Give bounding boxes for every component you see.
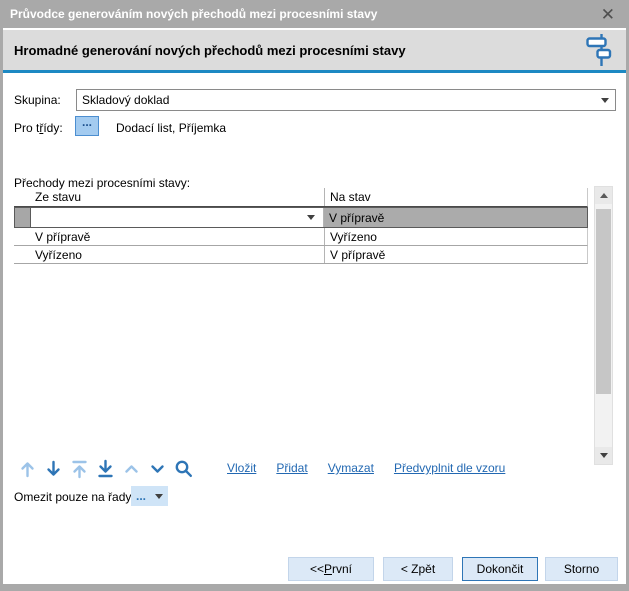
- cancel-button[interactable]: Storno: [545, 557, 618, 581]
- cell-to-value: Vyřízeno: [330, 230, 377, 244]
- row-selector-cell[interactable]: [14, 246, 31, 263]
- cell-to[interactable]: V přípravě: [324, 208, 587, 227]
- scrollbar-thumb[interactable]: [596, 209, 611, 394]
- move-to-top-icon[interactable]: [68, 458, 90, 479]
- collapse-icon[interactable]: [120, 458, 142, 479]
- ellipsis-icon: ...: [82, 117, 92, 127]
- scrollbar-up-icon: [600, 193, 608, 198]
- window-title: Průvodce generováním nových přechodů mez…: [10, 7, 597, 21]
- cell-from-value: Vyřízeno: [35, 248, 82, 262]
- limit-combobox-value: ...: [136, 489, 146, 503]
- finish-button[interactable]: Dokončit: [462, 557, 538, 581]
- titlebar: Průvodce generováním nových přechodů mez…: [0, 0, 629, 28]
- classes-label-pre: Pro t: [14, 121, 39, 135]
- chevron-down-icon: [155, 494, 163, 499]
- first-button-post: rvní: [332, 562, 352, 576]
- grid-scrollbar[interactable]: [594, 186, 613, 465]
- signpost-icon: [585, 33, 612, 67]
- column-header-from: Ze stavu: [14, 188, 325, 206]
- cell-to-value: V přípravě: [330, 248, 385, 262]
- chevron-down-icon: [601, 98, 609, 103]
- cell-to[interactable]: V přípravě: [325, 246, 587, 263]
- wizard-window: Průvodce generováním nových přechodů mez…: [0, 0, 629, 591]
- group-label: Skupina:: [14, 92, 61, 108]
- cell-from-value: V přípravě: [35, 230, 90, 244]
- row-selector-cell[interactable]: [15, 208, 31, 227]
- first-button[interactable]: << První: [288, 557, 374, 581]
- wizard-header: Hromadné generování nových přechodů mezi…: [3, 30, 626, 73]
- classes-ellipsis-button[interactable]: ...: [75, 116, 99, 136]
- page-title: Hromadné generování nových přechodů mezi…: [3, 43, 585, 58]
- column-header-to: Na stav: [325, 190, 587, 204]
- close-icon[interactable]: ✕: [597, 6, 619, 23]
- back-button[interactable]: < Zpět: [383, 557, 453, 581]
- grid-actions: Vložit Přidat Vymazat Předvyplnit dle vz…: [227, 461, 505, 475]
- cell-to[interactable]: Vyřízeno: [325, 228, 587, 245]
- grid-toolbar: [16, 458, 194, 479]
- expand-icon[interactable]: [146, 458, 168, 479]
- table-row[interactable]: V přípravě Vyřízeno: [14, 228, 588, 246]
- search-icon[interactable]: [172, 458, 194, 479]
- classes-label-post: ídy:: [43, 121, 62, 135]
- move-up-icon[interactable]: [16, 458, 38, 479]
- clear-link[interactable]: Vymazat: [328, 461, 374, 475]
- cell-from[interactable]: V přípravě: [31, 228, 325, 245]
- scrollbar-up-button[interactable]: [595, 187, 612, 204]
- move-to-bottom-icon[interactable]: [94, 458, 116, 479]
- first-button-pre: <<: [310, 562, 324, 576]
- insert-link[interactable]: Vložit: [227, 461, 256, 475]
- chevron-down-icon[interactable]: [307, 215, 315, 220]
- add-link[interactable]: Přidat: [276, 461, 307, 475]
- classes-value: Dodací list, Příjemka: [116, 120, 226, 136]
- cell-to-value: V přípravě: [329, 211, 384, 225]
- limit-combobox[interactable]: ...: [131, 486, 168, 506]
- row-selector-cell[interactable]: [14, 228, 31, 245]
- scrollbar-down-button[interactable]: [595, 447, 612, 464]
- table-row-selected[interactable]: V přípravě: [14, 207, 588, 228]
- limit-label: Omezit pouze na řady:: [14, 489, 135, 505]
- first-button-accel: P: [324, 562, 332, 576]
- scrollbar-down-icon: [600, 453, 608, 458]
- prefill-link[interactable]: Předvyplnit dle vzoru: [394, 461, 505, 475]
- group-combobox[interactable]: Skladový doklad: [76, 89, 616, 111]
- grid-header-row: Ze stavu Na stav: [14, 188, 588, 207]
- dialog-body: Hromadné generování nových přechodů mezi…: [3, 28, 626, 584]
- cell-from[interactable]: Vyřízeno: [31, 246, 325, 263]
- transitions-grid: Ze stavu Na stav V přípravě V přípravě: [14, 188, 588, 264]
- cell-from-editing[interactable]: [31, 208, 324, 227]
- classes-label: Pro třídy:: [14, 120, 63, 136]
- table-row[interactable]: Vyřízeno V přípravě: [14, 246, 588, 264]
- move-down-icon[interactable]: [42, 458, 64, 479]
- group-combobox-value: Skladový doklad: [82, 93, 601, 107]
